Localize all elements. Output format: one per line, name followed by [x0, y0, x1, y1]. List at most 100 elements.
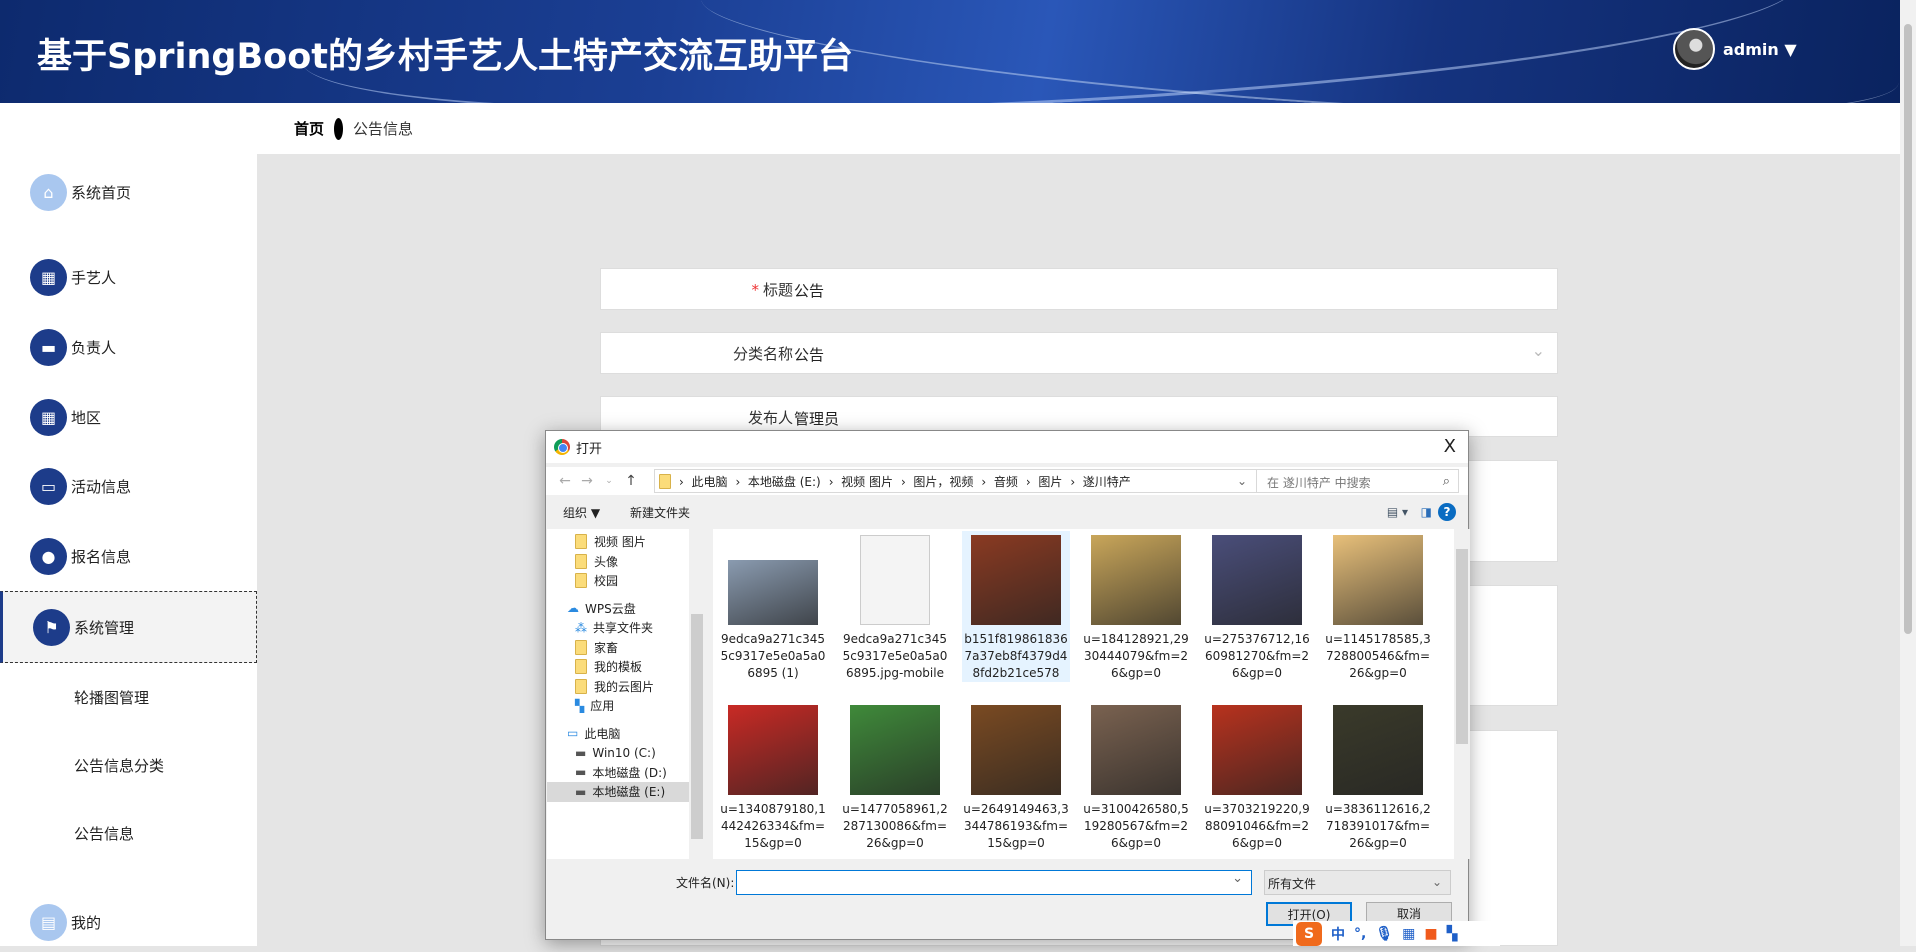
filename-label: 文件名(N):	[676, 876, 735, 890]
apps-icon[interactable]: ▚	[1447, 926, 1458, 942]
help-icon[interactable]: ?	[1438, 503, 1456, 521]
back-icon[interactable]: ←	[554, 473, 576, 489]
file-item[interactable]: 9edca9a271c3455c9317e5e0a5a06895.jpg-mob…	[841, 531, 949, 682]
scroll-thumb[interactable]	[1456, 549, 1468, 744]
filename-input[interactable]	[736, 870, 1252, 895]
nav-item[interactable]: ▭ 此电脑	[547, 724, 705, 744]
file-item[interactable]: u=184128921,2930444079&fm=26&gp=0	[1082, 531, 1190, 682]
submenu-notice-category[interactable]: 公告信息分类	[74, 755, 164, 776]
file-item[interactable]: u=1145178585,3728800546&fm=26&gp=0	[1324, 531, 1432, 682]
category-label: 分类名称	[732, 345, 793, 363]
nav-item[interactable]: ⁂ 共享文件夹	[547, 618, 705, 638]
file-list: 9edca9a271c3455c9317e5e0a5a06895 (1) 9edc…	[713, 529, 1470, 859]
file-item[interactable]: u=1477058961,2287130086&fm=26&gp=0	[841, 701, 949, 852]
avatar[interactable]	[1673, 28, 1715, 70]
view-options-icon[interactable]: ▤ ▾	[1387, 505, 1408, 519]
category-select[interactable]: 公告	[794, 344, 824, 365]
organize-button[interactable]: 组织 ▼	[563, 504, 600, 521]
search-input[interactable]: 在 遂川特产 中搜索	[1256, 469, 1459, 493]
nav-item[interactable]: ☁ WPS云盘	[547, 599, 705, 619]
files-scrollbar[interactable]	[1454, 529, 1470, 859]
home-icon: ⌂	[30, 173, 67, 211]
file-item[interactable]: 9edca9a271c3455c9317e5e0a5a06895 (1)	[719, 531, 827, 682]
sidebar-item-label: 报名信息	[71, 547, 132, 566]
nav-item[interactable]: 视频 图片	[547, 532, 705, 552]
file-item[interactable]: u=1340879180,1442426334&fm=15&gp=0	[719, 701, 827, 852]
form-row-title: * 标题 公告	[600, 268, 1558, 310]
sogou-logo-icon[interactable]: S	[1296, 921, 1322, 946]
forward-icon[interactable]: →	[576, 473, 598, 489]
scroll-thumb[interactable]	[1904, 24, 1912, 634]
breadcrumb: 首页 公告信息	[257, 103, 1900, 154]
file-item[interactable]: u=275376712,1660981270&fm=26&gp=0	[1203, 531, 1311, 682]
preview-pane-icon[interactable]: ◨	[1421, 505, 1432, 519]
sidebar-item-region[interactable]: ▦ 地区	[0, 387, 257, 447]
file-icon	[850, 535, 940, 625]
submenu-notice[interactable]: 公告信息	[74, 823, 134, 844]
title-input[interactable]: 公告	[794, 280, 824, 301]
nav-item[interactable]: ▬ 本地磁盘 (E:)	[547, 782, 705, 802]
file-type-select[interactable]: 所有文件 ⌄	[1264, 870, 1451, 895]
path-dropdown-icon[interactable]: ⌄	[1237, 474, 1247, 488]
sidebar-item-home[interactable]: ⌂ 系统首页	[0, 162, 257, 222]
ime-mode[interactable]: 中	[1331, 924, 1345, 944]
scroll-thumb[interactable]	[691, 614, 703, 839]
nav-item[interactable]: 家畜	[547, 638, 705, 658]
nav-scrollbar[interactable]	[689, 529, 705, 859]
sidebar-item-label: 地区	[71, 408, 102, 427]
file-item[interactable]: u=2649149463,3344786193&fm=15&gp=0	[962, 701, 1070, 852]
up-icon[interactable]: ↑	[620, 473, 642, 489]
file-item[interactable]: u=3836112616,2718391017&fm=26&gp=0	[1324, 701, 1432, 852]
nav-item-label: 我的云图片	[594, 679, 655, 694]
file-item[interactable]: u=3703219220,988091046&fm=26&gp=0	[1203, 701, 1311, 852]
folder-icon	[575, 659, 587, 675]
nav-item[interactable]: ▬ 本地磁盘 (D:)	[547, 763, 705, 783]
title-label: 标题	[762, 281, 793, 299]
sidebar-item-system[interactable]: ⚑ 系统管理	[0, 591, 257, 663]
sidebar-item-activity[interactable]: ▭ 活动信息	[0, 456, 257, 516]
ime-toolbar[interactable]: S 中 °, 🎙 ▦ ■ ▚	[1293, 921, 1500, 946]
path-segment[interactable]: › 本地磁盘 (E:)	[735, 473, 820, 490]
chevron-down-icon[interactable]: ⌄	[1532, 341, 1545, 360]
breadcrumb-separator	[334, 117, 344, 140]
new-folder-button[interactable]: 新建文件夹	[630, 504, 690, 521]
publisher-input[interactable]: 管理员	[794, 408, 839, 429]
ime-punct[interactable]: °,	[1354, 926, 1366, 942]
keyboard-icon[interactable]: ▦	[1402, 926, 1415, 942]
dialog-title: 打开	[576, 441, 603, 457]
nav-item[interactable]: 我的模板	[547, 657, 705, 677]
path-segment[interactable]: › 图片	[1026, 473, 1062, 490]
submenu-carousel[interactable]: 轮播图管理	[74, 687, 149, 708]
path-segment[interactable]: › 视频 图片	[829, 473, 893, 490]
nav-item[interactable]: ▬ Win10 (C:)	[547, 743, 705, 763]
recent-chevron-icon[interactable]: ⌄	[598, 476, 620, 486]
nav-item[interactable]: ▚ 应用	[547, 696, 705, 716]
sidebar-item-signup[interactable]: ● 报名信息	[0, 526, 257, 586]
file-name: 9edca9a271c3455c9317e5e0a5a06895 (1)	[720, 632, 826, 680]
path-segment[interactable]: › 图片，视频	[901, 473, 973, 490]
file-item[interactable]: u=3100426580,519280567&fm=26&gp=0	[1082, 701, 1190, 852]
user-menu[interactable]: admin ▼	[1723, 40, 1797, 59]
path-segment[interactable]: › 遂川特产	[1070, 473, 1130, 490]
breadcrumb-home[interactable]: 首页	[294, 118, 324, 139]
skin-icon[interactable]: ■	[1424, 926, 1437, 942]
search-icon: ⌕	[1442, 473, 1450, 489]
sidebar-item-manager[interactable]: ▬ 负责人	[0, 317, 257, 377]
sidebar-item-mine[interactable]: ▤ 我的	[0, 892, 257, 952]
path-segment[interactable]: › 音频	[981, 473, 1017, 490]
nav-item[interactable]: 头像	[547, 552, 705, 572]
path-segment[interactable]: › 此电脑	[679, 473, 727, 490]
nav-item[interactable]: 我的云图片	[547, 677, 705, 697]
address-bar[interactable]: › 此电脑 › 本地磁盘 (E:) › 视频 图片 › 图片，视频 › 音频 ›…	[654, 469, 1274, 493]
image-thumbnail	[850, 705, 940, 795]
nav-item[interactable]: 校园	[547, 571, 705, 591]
file-item[interactable]: b151f8198618367a37eb8f4379d48fd2b21ce578	[962, 531, 1070, 682]
file-name: u=1477058961,2287130086&fm=26&gp=0	[842, 802, 948, 850]
file-name: u=3100426580,519280567&fm=26&gp=0	[1083, 802, 1189, 850]
close-icon[interactable]: X	[1444, 436, 1456, 457]
drive-icon: ▬	[575, 765, 587, 780]
microphone-icon[interactable]: 🎙	[1375, 926, 1393, 942]
page-scrollbar[interactable]	[1900, 0, 1916, 946]
sidebar-item-craftsman[interactable]: ▦ 手艺人	[0, 247, 257, 307]
dialog-titlebar: 打开 X	[546, 431, 1468, 463]
